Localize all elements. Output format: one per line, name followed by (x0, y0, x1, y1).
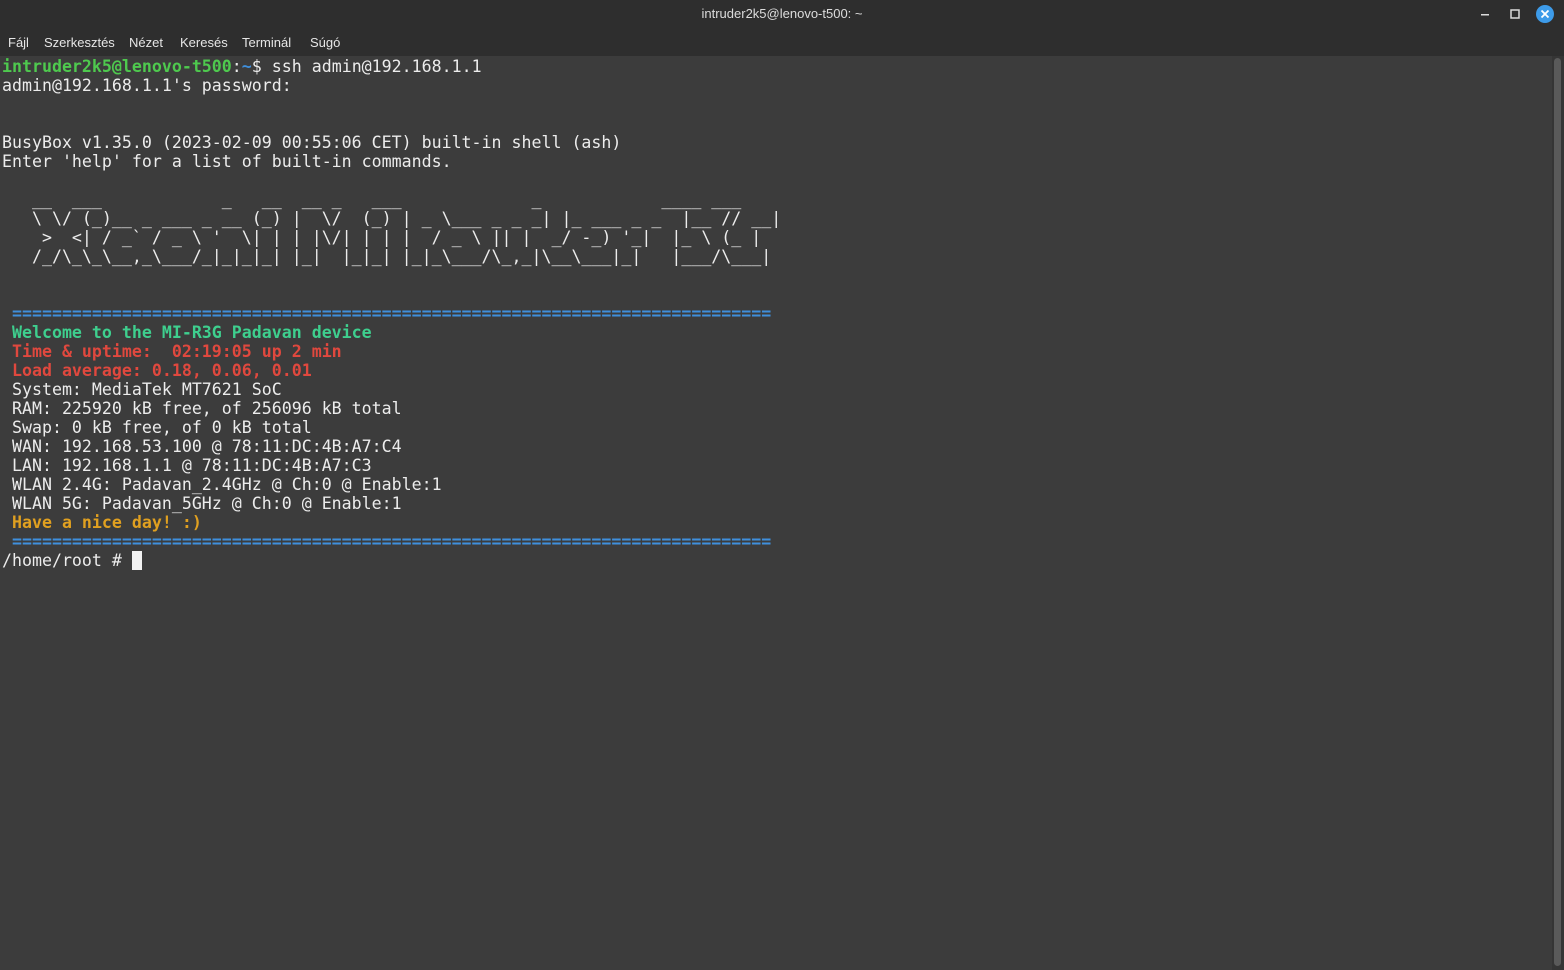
minimize-button[interactable] (1475, 4, 1495, 24)
menu-help[interactable]: Súgó (310, 35, 340, 50)
menu-file[interactable]: Fájl (8, 35, 29, 50)
prompt-separator: : (231, 57, 242, 76)
menu-bar: Fájl Szerkesztés Nézet Keresés Terminál … (0, 28, 1564, 56)
separator-bottom: ========================================… (2, 532, 772, 551)
prompt-user: intruder2k5@lenovo-t500 (2, 57, 232, 76)
swap-line: Swap: 0 kB free, of 0 kB total (2, 418, 312, 437)
banner-line-2: \ \/ (_)__ _ ___ _ __ (_) | \/ (_) | _ \… (2, 209, 782, 228)
minimize-icon (1481, 14, 1489, 16)
wan-line: WAN: 192.168.53.100 @ 78:11:DC:4B:A7:C4 (2, 437, 402, 456)
terminal-window: intruder2k5@lenovo-t500: ~ Fájl Szerkesz… (0, 0, 1564, 970)
maximize-icon (1510, 9, 1520, 19)
password-prompt: admin@192.168.1.1's password: (2, 76, 302, 95)
command-line: intruder2k5@lenovo-t500:~$ ssh admin@192… (2, 57, 482, 76)
banner-line-4: /_/\_\_\__,_\___/_|_|_|_| |_| |_|_| |_|_… (2, 247, 772, 266)
goodbye-line: Have a nice day! :) (2, 513, 202, 532)
shell-prompt-line: /home/root # (2, 551, 142, 570)
separator-top: ========================================… (2, 304, 772, 323)
maximize-button[interactable] (1505, 4, 1525, 24)
prompt-directory: ~ (241, 57, 252, 76)
wlan5-line: WLAN 5G: Padavan_5GHz @ Ch:0 @ Enable:1 (2, 494, 402, 513)
menu-view[interactable]: Nézet (129, 35, 163, 50)
shell-prompt: /home/root # (2, 551, 132, 570)
title-bar[interactable]: intruder2k5@lenovo-t500: ~ (0, 0, 1564, 28)
lan-line: LAN: 192.168.1.1 @ 78:11:DC:4B:A7:C3 (2, 456, 372, 475)
banner-line-3: > <| / _` / _ \ ' \| | | |\/| | | | / _ … (2, 228, 762, 247)
close-icon (1536, 5, 1554, 23)
uptime-line: Time & uptime: 02:19:05 up 2 min (2, 342, 342, 361)
welcome-line: Welcome to the MI-R3G Padavan device (2, 323, 372, 342)
window-title: intruder2k5@lenovo-t500: ~ (701, 6, 863, 21)
busybox-line: BusyBox v1.35.0 (2023-02-09 00:55:06 CET… (2, 133, 622, 152)
command-text: ssh admin@192.168.1.1 (271, 57, 482, 76)
wlan24-line: WLAN 2.4G: Padavan_2.4GHz @ Ch:0 @ Enabl… (2, 475, 442, 494)
scrollbar-thumb[interactable] (1554, 58, 1561, 966)
prompt-symbol: $ (251, 57, 272, 76)
system-line: System: MediaTek MT7621 SoC (2, 380, 282, 399)
help-line: Enter 'help' for a list of built-in comm… (2, 152, 452, 171)
terminal-cursor (131, 551, 142, 570)
load-line: Load average: 0.18, 0.06, 0.01 (2, 361, 312, 380)
close-button[interactable] (1535, 4, 1555, 24)
menu-search[interactable]: Keresés (180, 35, 228, 50)
menu-terminal[interactable]: Terminál (242, 35, 291, 50)
menu-edit[interactable]: Szerkesztés (44, 35, 115, 50)
ram-line: RAM: 225920 kB free, of 256096 kB total (2, 399, 402, 418)
banner-line-1: __ ___ _ __ __ _ ___ _ ____ ___ (2, 190, 752, 209)
